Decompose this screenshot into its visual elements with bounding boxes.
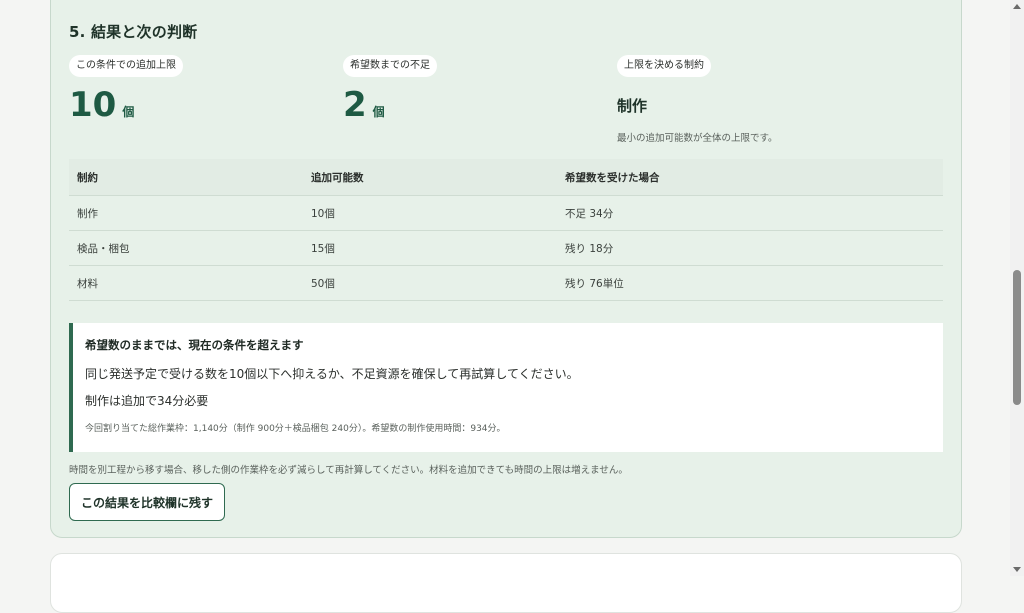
warning-alert: 希望数のままでは、現在の条件を超えます 同じ発送予定で受ける数を10個以下へ抑え… — [69, 323, 943, 452]
metric-value: 制作 — [617, 97, 648, 115]
next-section-card — [50, 553, 962, 613]
table-cell: 残り 18分 — [557, 230, 943, 266]
table-cell: 50個 — [303, 265, 557, 301]
results-card: 5. 結果と次の判断 この条件での追加上限 10 個 希望数までの不足 2 個 … — [50, 0, 962, 538]
table-cell: 不足 34分 — [557, 195, 943, 231]
table-cell: 残り 76単位 — [557, 265, 943, 301]
alert-detail: 今回割り当てた総作業枠：1,140分（制作 900分＋検品梱包 240分）。希望… — [85, 424, 506, 434]
metric-value: 2 — [343, 85, 367, 125]
constraint-table: 制約 追加可能数 希望数を受けた場合 制作 10個 不足 34分 検品・梱包 1… — [69, 159, 943, 301]
section-title: 5. 結果と次の判断 — [69, 23, 198, 41]
footnote: 時間を別工程から移す場合、移した側の作業枠を必ず減らして再計算してください。材料… — [69, 465, 628, 476]
alert-sub: 制作は追加で34分必要 — [85, 394, 209, 408]
column-header: 追加可能数 — [303, 159, 557, 196]
table-cell: 検品・梱包 — [69, 230, 303, 266]
scroll-thumb[interactable] — [1013, 270, 1021, 405]
metric-label: 上限を決める制約 — [617, 55, 711, 77]
metric-shortfall: 希望数までの不足 2 個 — [343, 53, 437, 123]
metric-unit: 個 — [372, 105, 385, 119]
alert-title: 希望数のままでは、現在の条件を超えます — [85, 338, 304, 352]
table-header-row: 制約 追加可能数 希望数を受けた場合 — [69, 159, 943, 196]
table-cell: 制作 — [69, 195, 303, 231]
column-header: 制約 — [69, 159, 303, 196]
metric-value: 10 — [69, 85, 117, 125]
keep-result-button[interactable]: この結果を比較欄に残す — [69, 483, 226, 521]
metric-label: 希望数までの不足 — [343, 55, 437, 77]
scrollbar[interactable] — [1010, 0, 1024, 576]
table-cell: 材料 — [69, 265, 303, 301]
table-row: 制作 10個 不足 34分 — [69, 195, 943, 231]
scroll-down-arrow-icon[interactable] — [1013, 567, 1021, 572]
column-header: 希望数を受けた場合 — [557, 159, 943, 196]
table-row: 材料 50個 残り 76単位 — [69, 265, 943, 301]
metric-additional-limit: この条件での追加上限 10 個 — [69, 53, 183, 123]
metric-label: この条件での追加上限 — [69, 55, 183, 77]
metric-unit: 個 — [122, 105, 135, 119]
metric-limiting-constraint: 上限を決める制約 制作 最小の追加可能数が全体の上限です。 — [617, 53, 778, 144]
alert-body: 同じ発送予定で受ける数を10個以下へ抑えるか、不足資源を確保して再試算してくださ… — [85, 367, 579, 381]
scroll-up-arrow-icon[interactable] — [1013, 4, 1021, 9]
table-row: 検品・梱包 15個 残り 18分 — [69, 230, 943, 266]
metric-note: 最小の追加可能数が全体の上限です。 — [617, 133, 778, 144]
table-cell: 10個 — [303, 195, 557, 231]
table-cell: 15個 — [303, 230, 557, 266]
